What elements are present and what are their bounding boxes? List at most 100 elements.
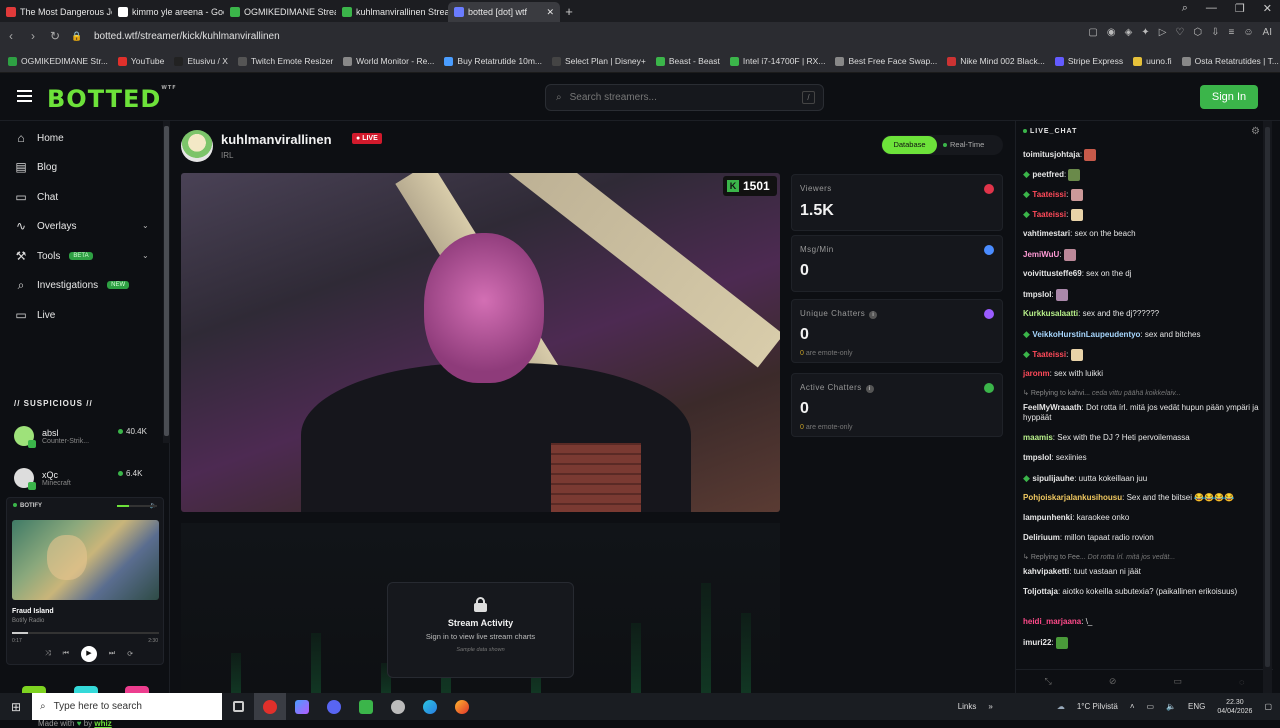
play-icon[interactable]: ▷: [1159, 27, 1167, 38]
sidebar-item-overlays[interactable]: ∿ Overlays: [14, 219, 76, 233]
volume-slider[interactable]: [117, 505, 157, 507]
chat-username[interactable]: Taateissi: [1032, 350, 1066, 359]
chat-username[interactable]: VeikkoHurstinLaupeudentyo: [1032, 330, 1140, 339]
chat-username[interactable]: sipulijauhe: [1032, 474, 1074, 483]
info-icon[interactable]: i: [869, 311, 878, 319]
cube-icon[interactable]: ⬡: [1193, 27, 1202, 38]
next-icon[interactable]: ⏭: [109, 650, 115, 658]
spotify-icon[interactable]: [350, 693, 382, 720]
chevron-down-icon[interactable]: ⌄: [142, 221, 149, 230]
links-toolbar[interactable]: Links: [958, 702, 977, 711]
bookmark-item[interactable]: OGMIKEDIMANE Str...: [8, 56, 108, 66]
discord-icon[interactable]: [318, 693, 350, 720]
maximize-icon[interactable]: ❐: [1235, 2, 1245, 15]
tab-close-icon[interactable]: ✕: [546, 7, 554, 18]
realtime-mode-button[interactable]: Real-Time: [943, 136, 984, 154]
menu-icon[interactable]: ≡: [1228, 27, 1234, 38]
screenshot-icon[interactable]: ▢: [1088, 27, 1097, 38]
sidebar-item-chat[interactable]: ▭ Chat: [14, 190, 58, 204]
weather-text[interactable]: 1°C Pilvistä: [1077, 702, 1118, 711]
lock-icon[interactable]: 🔒: [66, 31, 88, 42]
bookmark-item[interactable]: Select Plan | Disney+: [552, 56, 646, 66]
chat-username[interactable]: Kurkkusalaatti: [1023, 309, 1078, 318]
chat-username[interactable]: Toljottaja: [1023, 587, 1058, 596]
browser-tab[interactable]: kimmo yle areena - Goog: [112, 2, 224, 22]
database-mode-button[interactable]: Database: [882, 136, 937, 154]
chat-username[interactable]: kahvipaketti: [1023, 567, 1069, 576]
search-tabs-icon[interactable]: ⌕: [1182, 2, 1188, 15]
close-icon[interactable]: ✕: [1263, 2, 1272, 15]
shield-icon[interactable]: ◈: [1125, 27, 1133, 38]
volume-icon[interactable]: 🔈: [1166, 702, 1176, 711]
chat-username[interactable]: heidi_marjaana: [1023, 617, 1081, 626]
bookmark-item[interactable]: Beast - Beast: [655, 56, 720, 66]
search-input[interactable]: Search streamers...: [570, 92, 657, 103]
bookmark-item[interactable]: Intel i7-14700F | RX...: [729, 56, 825, 66]
chat-username[interactable]: Taateissi: [1032, 210, 1066, 219]
chat-username[interactable]: FeelMyWraaath: [1023, 403, 1082, 412]
camera-icon[interactable]: ◉: [1107, 27, 1116, 38]
chevron-icon[interactable]: »: [988, 702, 992, 711]
filter-icon[interactable]: ⊘: [1109, 676, 1117, 687]
lock-card-text[interactable]: Sign in to view live stream charts: [388, 632, 573, 641]
suspicious-streamer[interactable]: absl Counter-Strik... 40.4K: [14, 421, 164, 451]
chat-username[interactable]: toimitusjohtaja: [1023, 150, 1080, 159]
bookmark-item[interactable]: Best Free Face Swap...: [835, 56, 937, 66]
layout-icon[interactable]: ▭: [1173, 676, 1182, 687]
bookmark-item[interactable]: Osta Retatrutides | T...: [1181, 56, 1279, 66]
chat-username[interactable]: tmpslol: [1023, 453, 1051, 462]
files-app-icon[interactable]: [286, 693, 318, 720]
previous-icon[interactable]: ⏮: [63, 650, 69, 658]
sidebar-item-blog[interactable]: ▤ Blog: [14, 160, 57, 174]
url-field[interactable]: botted.wtf/streamer/kick/kuhlmanvirallin…: [94, 31, 280, 42]
sidebar-item-live[interactable]: ▭ Live: [14, 308, 55, 322]
chat-username[interactable]: Pohjoiskarjalankusihousu: [1023, 493, 1122, 502]
search-bar[interactable]: ⌕ Search streamers... /: [545, 84, 824, 111]
chat-username[interactable]: Deliriuum: [1023, 533, 1060, 542]
browser-tab[interactable]: OGMIKEDIMANE Stream: [224, 2, 336, 22]
chat-username[interactable]: lampunhenki: [1023, 513, 1072, 522]
extension-icon[interactable]: ✦: [1141, 27, 1149, 38]
sidebar-item-tools[interactable]: ⚒ Tools BETA: [14, 249, 93, 263]
chat-username[interactable]: voivittusteffe69: [1023, 269, 1082, 278]
tray-up-icon[interactable]: ˄: [1130, 702, 1135, 711]
hamburger-menu-icon[interactable]: [17, 90, 32, 102]
back-icon[interactable]: ‹: [0, 29, 22, 43]
bookmark-item[interactable]: uuno.fi: [1133, 56, 1172, 66]
sign-in-button[interactable]: Sign In: [1200, 85, 1258, 109]
reload-icon[interactable]: ↻: [44, 29, 66, 43]
info-icon[interactable]: i: [865, 385, 874, 393]
song-progress[interactable]: [12, 632, 159, 634]
browser-tab[interactable]: The Most Dangerous Job i: [0, 2, 112, 22]
weather-cloud-icon[interactable]: ☁: [1057, 702, 1065, 711]
bookmark-item[interactable]: Nike Mind 002 Black...: [947, 56, 1045, 66]
bookmark-item[interactable]: Stripe Express: [1054, 56, 1123, 66]
download-icon[interactable]: ⇩: [1211, 27, 1219, 38]
play-button[interactable]: ▶: [80, 646, 97, 662]
bookmark-item[interactable]: Etusivu / X: [174, 56, 228, 66]
edge-icon[interactable]: [414, 693, 446, 720]
logo[interactable]: BOTTEDWTF: [47, 85, 177, 113]
taskbar-search-input[interactable]: Type here to search: [54, 701, 142, 712]
notifications-icon[interactable]: ▢: [1264, 702, 1272, 711]
chat-username[interactable]: imuri22: [1023, 638, 1051, 647]
opera-icon[interactable]: [254, 693, 286, 720]
shuffle-icon[interactable]: ⤨: [45, 650, 51, 658]
chat-username[interactable]: Taateissi: [1032, 190, 1066, 199]
bookmark-item[interactable]: YouTube: [117, 56, 164, 66]
bookmark-item[interactable]: Buy Retatrutide 10m...: [444, 56, 542, 66]
sidebar-item-home[interactable]: ⌂ Home: [14, 131, 63, 145]
chevron-down-icon[interactable]: ⌄: [142, 251, 149, 260]
chat-scrollbar[interactable]: [1263, 121, 1272, 693]
repeat-icon[interactable]: ⟳: [127, 650, 133, 658]
taskbar-search[interactable]: ⌕ Type here to search: [32, 693, 222, 720]
sidebar-item-investigations[interactable]: ⌕ Investigations NEW: [14, 278, 130, 292]
sidebar-scrollbar[interactable]: [163, 121, 170, 443]
network-icon[interactable]: ▭: [1147, 702, 1155, 711]
chat-username[interactable]: peetfred: [1032, 170, 1064, 179]
browser-tab[interactable]: kuhlmanvirallinen Stream: [336, 2, 448, 22]
forward-icon[interactable]: ›: [22, 29, 44, 43]
steam-icon[interactable]: [382, 693, 414, 720]
suspicious-streamer[interactable]: xQc Minecraft 6.4K: [14, 463, 164, 493]
firefox-icon[interactable]: [446, 693, 478, 720]
